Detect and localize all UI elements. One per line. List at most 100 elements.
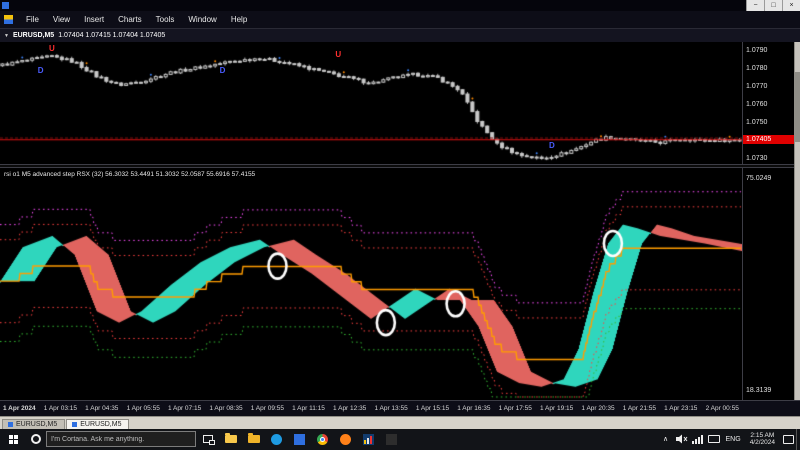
app-icon [2,2,9,9]
indicator-max-label: 75.0249 [746,175,772,183]
cortana-button[interactable] [26,434,46,444]
touch-keyboard-button[interactable] [706,428,722,450]
file-explorer-icon [224,433,237,443]
time-axis-label: 1 Apr 20:35 [581,405,615,412]
metatrader-window: − □ × File View Insert Charts Tools Window Help … [0,0,800,450]
speaker-icon [676,434,688,444]
chart-plots: rsi o1 M5 advanced step RSX (32) 56.3032… [0,42,742,400]
clock[interactable]: 2:15 AM 4/2/2024 [745,432,780,446]
signal-marker-u: U [335,49,342,59]
menu-item-view[interactable]: View [46,15,77,24]
network-icon [692,434,704,444]
windows-taskbar: ∧ ENG 2:15 AM 4/2/2024 [0,428,800,450]
price-axis-label: 1.0730 [746,154,768,162]
platform-logo-icon [4,15,13,24]
documents-folder-icon [247,433,260,443]
system-tray: ∧ ENG 2:15 AM 4/2/2024 [658,428,800,450]
time-axis-label: 1 Apr 15:15 [415,405,450,412]
time-axis-label: 1 Apr 03:15 [43,405,78,412]
maximize-button[interactable]: □ [764,0,782,11]
edge-button[interactable] [265,428,288,450]
chart-tab-1[interactable]: EURUSD,M5 [66,419,130,429]
chart-window: ▼ EURUSD,M5 1.07404 1.07415 1.07404 1.07… [0,28,800,429]
network-button[interactable] [690,428,706,450]
cortana-icon [31,434,41,444]
price-axis-label: 1.0780 [746,64,768,72]
price-axis: 1.07901.07801.07701.07601.07501.07401.07… [742,42,795,400]
price-chart-canvas[interactable] [0,42,742,164]
time-axis-label: 1 Apr 08:35 [209,405,243,412]
store-icon [294,433,305,445]
time-axis-label: 1 Apr 12:35 [333,405,367,412]
keyboard-icon [707,435,720,443]
notification-icon [782,434,794,444]
cortana-search-input[interactable] [46,431,196,447]
signal-marker-d: D [549,141,555,151]
chrome-icon [317,433,328,445]
metatrader-icon [363,433,374,445]
menu-item-charts[interactable]: Charts [111,15,149,24]
time-axis-label: 2 Apr 00:55 [705,405,739,412]
documents-folder-button[interactable] [242,428,265,450]
time-axis-label: 1 Apr 16:35 [457,405,491,412]
ohlc-values: 1.07404 1.07415 1.07404 1.07405 [58,32,166,39]
signal-marker-u: U [48,44,55,54]
time-axis-label: 1 Apr 04:35 [85,405,119,412]
menu-item-window[interactable]: Window [181,15,223,24]
chart-tab-label: EURUSD,M5 [80,421,122,428]
time-axis: 1 Apr 2024 1 Apr 03:15 1 Apr 04:35 1 Apr 05… [0,400,800,416]
chrome-button[interactable] [311,428,334,450]
time-axis-label: 1 Apr 17:55 [498,405,532,412]
price-axis-label: 1.0750 [746,118,768,126]
time-axis-label: 1 Apr 23:15 [664,405,698,412]
action-center-button[interactable] [780,428,796,450]
chart-tab-icon [72,422,78,427]
clock-time: 2:15 AM [750,432,775,439]
firefox-icon [340,433,351,445]
chevron-up-icon: ∧ [662,436,669,443]
task-view-button[interactable] [196,428,219,450]
chart-tab-icon [8,422,13,427]
close-button[interactable]: × [782,0,800,11]
terminal-button[interactable] [380,428,403,450]
time-axis-label: 1 Apr 19:15 [540,405,574,412]
signal-marker-d: D [219,65,226,75]
task-view-icon [202,435,215,445]
time-axis-label: 1 Apr 21:55 [622,405,657,412]
tray-expand-button[interactable]: ∧ [658,428,674,450]
menu-bar: File View Insert Charts Tools Window Help [0,11,800,28]
metatrader-button[interactable] [357,428,380,450]
language-indicator[interactable]: ENG [722,436,745,443]
vertical-scrollbar[interactable] [794,42,800,400]
time-axis-label: 1 Apr 11:15 [292,405,325,412]
store-button[interactable] [288,428,311,450]
symbol-label: EURUSD,M5 [12,32,55,39]
menu-item-insert[interactable]: Insert [77,15,111,24]
chart-tab-0[interactable]: EURUSD,M5 [2,419,66,429]
price-axis-label: 1.0770 [746,82,768,90]
indicator-canvas[interactable] [0,168,742,400]
price-axis-label: 1.0760 [746,100,768,108]
time-axis-label: 1 Apr 13:55 [374,405,408,412]
menu-item-help[interactable]: Help [224,15,254,24]
chart-tab-label: EURUSD,M5 [16,421,58,428]
signal-marker-d: D [37,65,44,75]
show-desktop-button[interactable] [796,428,800,450]
edge-icon [271,433,282,445]
start-button[interactable] [0,428,26,450]
chart-tab-bar: EURUSD,M5 EURUSD,M5 [0,416,800,429]
window-titlebar: − □ × [0,0,800,11]
chevron-down-icon[interactable]: ▼ [4,33,9,39]
menu-item-tools[interactable]: Tools [149,15,182,24]
window-controls: − □ × [746,0,800,11]
axis-divider [742,164,795,168]
volume-button[interactable] [674,428,690,450]
scrollbar-thumb[interactable] [795,72,800,142]
windows-logo-icon [8,434,18,444]
minimize-button[interactable]: − [746,0,764,11]
indicator-min-label: 18.3139 [746,387,772,394]
current-price-badge: 1.07405 [743,134,794,144]
firefox-button[interactable] [334,428,357,450]
file-explorer-button[interactable] [219,428,242,450]
menu-item-file[interactable]: File [19,15,46,24]
